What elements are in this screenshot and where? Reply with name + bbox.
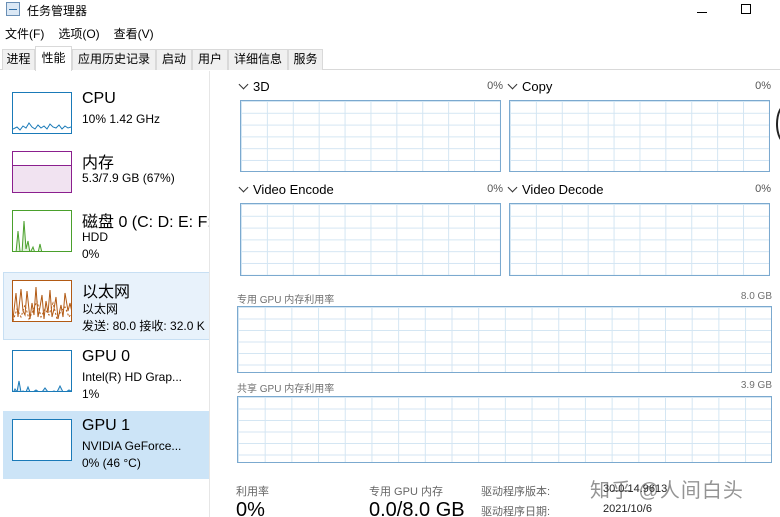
engine-name: 3D — [253, 79, 270, 94]
gpu0-thumbnail-graph — [12, 350, 72, 392]
sidebar-item-detail: 0% — [82, 247, 100, 261]
driver-date-label: 驱动程序日期: — [481, 506, 551, 517]
driver-date-value: 2021/10/6 — [603, 503, 652, 515]
tab-users[interactable]: 用户 — [192, 49, 228, 70]
sidebar-item-subtitle: NVIDIA GeForce... — [82, 439, 182, 453]
engine-name: Video Decode — [522, 182, 604, 197]
utilization-label: 利用率 — [236, 486, 269, 498]
engine-3d-selector[interactable]: 3D — [238, 79, 270, 94]
driver-version-label: 驱动程序版本: — [481, 486, 551, 498]
tab-details[interactable]: 详细信息 — [228, 49, 288, 70]
title-bar: 任务管理器 — [0, 0, 780, 20]
tab-processes[interactable]: 进程 — [2, 49, 35, 70]
sidebar-item-detail: 发送: 80.0 接收: 32.0 K — [82, 319, 205, 333]
sidebar-item-detail: 1% — [82, 387, 100, 401]
window-title: 任务管理器 — [27, 4, 88, 18]
tab-services[interactable]: 服务 — [288, 49, 323, 70]
sidebar-item-subtitle: 10% 1.42 GHz — [82, 112, 161, 126]
engine-copy-graph — [509, 100, 770, 172]
sidebar-item-title: CPU — [82, 90, 116, 107]
menu-bar: 文件(F) 选项(O) 查看(V) — [0, 25, 164, 43]
menu-options[interactable]: 选项(O) — [54, 25, 103, 43]
shared-memory-label: 共享 GPU 内存利用率 — [237, 384, 335, 395]
shared-memory-max: 3.9 GB — [740, 380, 772, 391]
watermark-text: 知乎 @人间白头 — [590, 480, 744, 502]
sidebar-item-title: GPU 0 — [82, 348, 131, 365]
engine-name: Video Encode — [253, 182, 334, 197]
sidebar-item-gpu1[interactable]: GPU 1 NVIDIA GeForce... 0% (46 °C) — [3, 411, 209, 479]
sidebar-item-title: 以太网 — [82, 284, 131, 301]
dedicated-memory-graph — [237, 306, 772, 373]
engine-percent: 0% — [755, 183, 771, 195]
engine-3d-graph — [240, 100, 501, 172]
sidebar-item-disk[interactable]: 磁盘 0 (C: D: E: F: HDD 0% — [3, 202, 210, 270]
minimize-icon — [697, 11, 707, 13]
resource-sidebar: CPU 10% 1.42 GHz 内存 5.3/7.9 GB (67%) 磁盘 … — [0, 71, 210, 517]
gpu1-thumbnail-graph — [12, 419, 72, 461]
engine-percent: 0% — [487, 183, 503, 195]
sidebar-item-memory[interactable]: 内存 5.3/7.9 GB (67%) — [3, 143, 209, 211]
dedicated-memory-label: 专用 GPU 内存利用率 — [237, 295, 335, 306]
dedicated-memory-max: 8.0 GB — [740, 291, 772, 302]
tab-strip: 进程 性能 应用历史记录 启动 用户 详细信息 服务 — [0, 46, 780, 71]
ethernet-thumbnail-graph — [12, 280, 72, 322]
menu-view[interactable]: 查看(V) — [110, 25, 158, 43]
maximize-icon — [741, 4, 751, 14]
maximize-button[interactable] — [732, 0, 760, 18]
chevron-down-icon — [238, 182, 249, 193]
tab-performance[interactable]: 性能 — [35, 46, 72, 71]
sidebar-item-subtitle: 以太网 — [82, 302, 119, 316]
chevron-down-icon — [238, 79, 249, 90]
chevron-down-icon — [507, 182, 518, 193]
dedicated-memory-stat-label: 专用 GPU 内存 — [369, 486, 443, 498]
sidebar-item-detail: 0% (46 °C) — [82, 456, 141, 470]
sidebar-item-subtitle: 5.3/7.9 GB (67%) — [82, 171, 175, 185]
engine-video-encode-selector[interactable]: Video Encode — [238, 182, 334, 197]
sidebar-item-title: 内存 — [82, 155, 115, 172]
engine-video-encode-graph — [240, 203, 501, 276]
tab-startup[interactable]: 启动 — [156, 49, 192, 70]
sidebar-item-gpu0[interactable]: GPU 0 Intel(R) HD Grap... 1% — [3, 342, 209, 410]
minimize-button[interactable] — [688, 0, 716, 18]
sidebar-item-subtitle: HDD — [82, 230, 108, 244]
engine-video-decode-graph — [509, 203, 770, 276]
tab-app-history[interactable]: 应用历史记录 — [72, 49, 156, 70]
menu-file[interactable]: 文件(F) — [0, 25, 48, 43]
sidebar-item-subtitle: Intel(R) HD Grap... — [82, 370, 183, 384]
shared-memory-graph — [237, 396, 772, 463]
sidebar-item-cpu[interactable]: CPU 10% 1.42 GHz — [3, 84, 209, 152]
sidebar-item-ethernet[interactable]: 以太网 以太网 发送: 80.0 接收: 32.0 K — [3, 272, 209, 340]
engine-copy-selector[interactable]: Copy — [507, 79, 552, 94]
engine-name: Copy — [522, 79, 553, 94]
dedicated-memory-stat-value: 0.0/8.0 GB — [369, 499, 465, 517]
cpu-thumbnail-graph — [12, 92, 72, 134]
sidebar-item-title: GPU 1 — [82, 417, 131, 434]
disk-thumbnail-graph — [12, 210, 72, 252]
gpu-detail-panel: 3D 0% Copy 0% Video Encode 0% Video Deco… — [213, 71, 780, 517]
engine-video-decode-selector[interactable]: Video Decode — [507, 182, 603, 197]
task-manager-app-icon — [6, 2, 20, 16]
engine-percent: 0% — [487, 80, 503, 92]
engine-percent: 0% — [755, 80, 771, 92]
memory-thumbnail-graph — [12, 151, 72, 193]
chevron-down-icon — [507, 79, 518, 90]
sidebar-item-title: 磁盘 0 (C: D: E: F: — [82, 214, 210, 231]
utilization-value: 0% — [236, 499, 265, 517]
